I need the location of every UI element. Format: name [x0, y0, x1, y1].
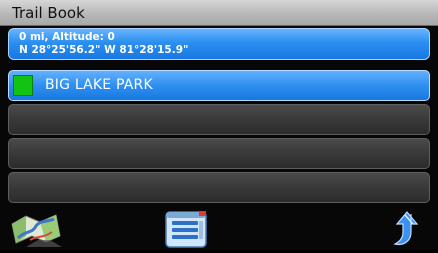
- page-title: Trail Book: [12, 4, 85, 22]
- map-icon: [11, 214, 62, 247]
- title-bar: Trail Book: [0, 0, 438, 26]
- list-menu-icon: [165, 211, 207, 248]
- distance-altitude-text: 0 mi, Altitude: 0: [19, 31, 115, 43]
- trail-list-item-empty[interactable]: [8, 104, 430, 135]
- trail-name: BIG LAKE PARK: [45, 77, 153, 93]
- coordinates-text: N 28°25'56.2" W 81°28'15.9": [19, 44, 189, 56]
- trail-book-screen: Trail Book 0 mi, Altitude: 0 N 28°25'56.…: [0, 0, 438, 250]
- back-arrow-icon: [393, 211, 419, 246]
- trail-list-item-selected[interactable]: BIG LAKE PARK: [8, 70, 430, 101]
- location-info-box: 0 mi, Altitude: 0 N 28°25'56.2" W 81°28'…: [8, 28, 430, 60]
- list-menu-button[interactable]: [163, 209, 209, 249]
- trail-list-item-empty[interactable]: [8, 138, 430, 169]
- trail-list-item-empty[interactable]: [8, 172, 430, 203]
- map-button[interactable]: [10, 210, 64, 248]
- back-button[interactable]: [383, 210, 427, 248]
- trail-color-swatch: [13, 75, 33, 96]
